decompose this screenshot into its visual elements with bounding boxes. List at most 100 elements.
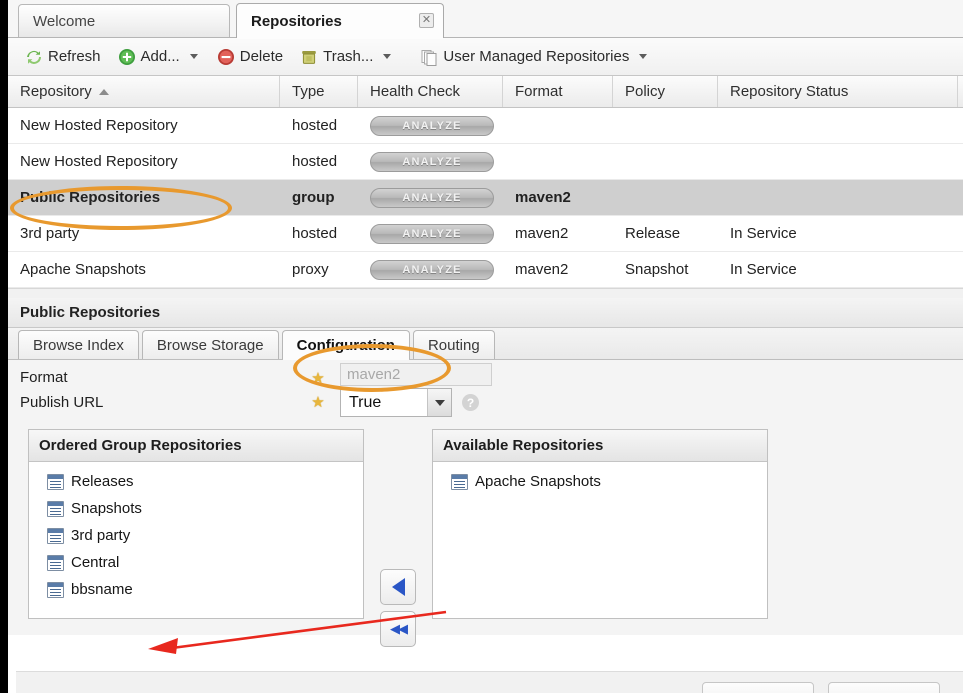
column-header-type[interactable]: Type xyxy=(280,76,358,107)
cell-health-check: ANALYZE xyxy=(358,187,503,208)
tab-browse-storage[interactable]: Browse Storage xyxy=(141,330,279,359)
cell-health-check: ANALYZE xyxy=(358,223,503,244)
tab-repositories[interactable]: Repositories ✕ xyxy=(236,3,444,39)
list-item[interactable]: Snapshots xyxy=(29,495,363,522)
table-row[interactable]: Apache Snapshots proxy ANALYZE maven2 Sn… xyxy=(8,252,963,288)
trash-button[interactable]: Trash... xyxy=(293,43,400,71)
refresh-icon xyxy=(25,48,43,66)
repository-icon xyxy=(47,527,64,544)
chevron-down-icon[interactable] xyxy=(427,389,451,416)
repository-icon xyxy=(47,554,64,571)
column-header-health-check[interactable]: Health Check xyxy=(358,76,503,107)
refresh-label: Refresh xyxy=(48,48,101,65)
delete-button[interactable]: Delete xyxy=(210,43,290,71)
field-row-publish-url: Publish URL ★ True ? xyxy=(8,386,963,419)
cell-policy: Release xyxy=(625,225,681,242)
list-item-label: Snapshots xyxy=(71,500,142,517)
user-managed-repositories-label: User Managed Repositories xyxy=(443,48,630,65)
trash-bin-icon xyxy=(300,48,318,66)
add-label: Add... xyxy=(140,48,180,65)
cell-policy: Snapshot xyxy=(625,261,689,278)
repositories-toolbar: Refresh Add... Delete Trash... User Mana… xyxy=(8,38,963,76)
cell-repository: Public Repositories xyxy=(20,189,161,206)
tab-browse-index[interactable]: Browse Index xyxy=(18,330,139,359)
analyze-button[interactable]: ANALYZE xyxy=(370,151,494,172)
cell-type: proxy xyxy=(292,261,329,278)
cell-repository: Apache Snapshots xyxy=(20,261,146,278)
cell-repository: New Hosted Repository xyxy=(20,153,178,170)
close-icon[interactable]: ✕ xyxy=(419,13,434,28)
delete-label: Delete xyxy=(239,48,284,65)
save-button[interactable] xyxy=(702,682,814,693)
detail-panel-title: Public Repositories xyxy=(8,298,963,328)
analyze-button[interactable]: ANALYZE xyxy=(370,115,494,136)
nexus-repository-manager: Welcome Repositories ✕ Refresh Add... De… xyxy=(8,0,963,693)
move-left-single-button[interactable] xyxy=(380,569,416,605)
chevron-down-icon[interactable] xyxy=(383,54,392,59)
column-header-policy[interactable]: Policy xyxy=(613,76,718,107)
repositories-grid-body: New Hosted Repository hosted ANALYZE New… xyxy=(8,108,963,288)
main-tab-bar: Welcome Repositories ✕ xyxy=(8,0,963,39)
cell-repository: 3rd party xyxy=(20,225,80,242)
transfer-button-column: ◀◀ xyxy=(380,569,416,647)
cell-type: hosted xyxy=(292,117,338,134)
cell-type: hosted xyxy=(292,153,338,170)
cell-format: maven2 xyxy=(515,261,569,278)
available-repositories-title: Available Repositories xyxy=(433,430,767,462)
list-item[interactable]: Apache Snapshots xyxy=(433,468,767,495)
available-repositories-panel: Available Repositories Apache Snapshots xyxy=(432,429,768,619)
cell-type: hosted xyxy=(292,225,338,242)
chevron-down-icon[interactable] xyxy=(189,54,198,59)
list-item[interactable]: bbsname xyxy=(29,576,363,603)
left-black-gutter xyxy=(0,0,8,693)
tab-welcome[interactable]: Welcome xyxy=(18,4,230,37)
form-footer xyxy=(16,671,963,693)
refresh-button[interactable]: Refresh xyxy=(18,43,108,71)
list-item[interactable]: 3rd party xyxy=(29,522,363,549)
field-label-publish-url: Publish URL xyxy=(20,394,104,411)
analyze-button[interactable]: ANALYZE xyxy=(370,259,494,280)
list-item[interactable]: Central xyxy=(29,549,363,576)
list-item-label: Central xyxy=(71,554,120,571)
trash-label: Trash... xyxy=(323,48,374,65)
move-left-all-button[interactable]: ◀◀ xyxy=(380,611,416,647)
field-label-format: Format xyxy=(20,369,68,386)
repository-icon xyxy=(47,581,64,598)
cell-type: group xyxy=(292,189,335,206)
cell-format: maven2 xyxy=(515,225,569,242)
user-managed-repositories-filter[interactable]: User Managed Repositories xyxy=(413,43,656,71)
table-row[interactable]: New Hosted Repository hosted ANALYZE xyxy=(8,108,963,144)
table-row[interactable]: New Hosted Repository hosted ANALYZE xyxy=(8,144,963,180)
add-circle-icon xyxy=(118,48,136,66)
copy-pages-icon xyxy=(420,48,438,66)
panel-splitter[interactable] xyxy=(8,288,963,298)
list-item[interactable]: Releases xyxy=(29,468,363,495)
column-header-repository[interactable]: Repository xyxy=(8,76,280,107)
table-row-selected[interactable]: Public Repositories group ANALYZE maven2 xyxy=(8,180,963,216)
cell-repository: New Hosted Repository xyxy=(20,117,178,134)
table-row[interactable]: 3rd party hosted ANALYZE maven2 Release … xyxy=(8,216,963,252)
list-item-label: 3rd party xyxy=(71,527,131,544)
repository-icon xyxy=(47,473,64,490)
column-header-format[interactable]: Format xyxy=(503,76,613,107)
chevron-down-icon[interactable] xyxy=(639,54,648,59)
tab-routing[interactable]: Routing xyxy=(412,330,495,359)
ordered-group-repositories-panel: Ordered Group Repositories Releases Snap… xyxy=(28,429,364,619)
publish-url-select[interactable]: True xyxy=(340,388,452,417)
analyze-button[interactable]: ANALYZE xyxy=(370,187,494,208)
tab-configuration[interactable]: Configuration xyxy=(281,330,410,360)
help-icon[interactable]: ? xyxy=(462,394,479,411)
tab-repositories-label: Repositories xyxy=(251,12,342,30)
column-header-repository-status[interactable]: Repository Status xyxy=(718,76,958,107)
cell-health-check: ANALYZE xyxy=(358,115,503,136)
add-button[interactable]: Add... xyxy=(111,43,207,71)
list-item-label: Apache Snapshots xyxy=(475,473,601,490)
ordered-group-repositories-title: Ordered Group Repositories xyxy=(29,430,363,462)
repository-icon xyxy=(47,500,64,517)
required-star-icon: ★ xyxy=(311,394,325,411)
repository-transfer-widget: Ordered Group Repositories Releases Snap… xyxy=(8,419,963,647)
analyze-button[interactable]: ANALYZE xyxy=(370,223,494,244)
required-star-icon: ★ xyxy=(311,370,325,386)
cancel-button[interactable] xyxy=(828,682,940,693)
publish-url-value: True xyxy=(349,393,382,411)
